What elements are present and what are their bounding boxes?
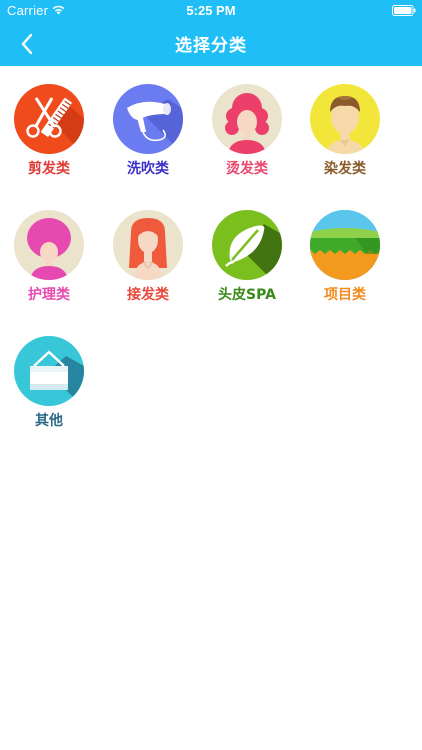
category-dye[interactable]: 染发类 [296,84,394,196]
category-wash-blow[interactable]: 洗吹类 [99,84,197,196]
category-label: 洗吹类 [127,161,169,177]
category-projects[interactable]: 项目类 [296,210,394,322]
category-other[interactable]: 其他 [0,336,98,448]
page-title: 选择分类 [175,36,247,56]
category-label: 项目类 [324,287,366,303]
status-bar: Carrier 5:25 PM [0,0,422,22]
category-label: 染发类 [324,161,366,177]
hair-dryer-icon [113,84,183,154]
category-perm[interactable]: 烫发类 [198,84,296,196]
curly-hair-woman-icon [212,84,282,154]
battery-icon [392,5,416,16]
category-scalp-spa[interactable]: 头皮SPA [198,210,296,322]
hair-extension-icon [113,210,183,280]
dyed-hair-man-icon [310,84,380,154]
category-label: 其他 [35,413,63,429]
scissors-comb-icon [14,84,84,154]
category-label: 接发类 [127,287,169,303]
hair-care-icon [14,210,84,280]
towel-icon [14,336,84,406]
category-haircut[interactable]: 剪发类 [0,84,98,196]
status-time: 5:25 PM [186,3,236,18]
navigation-bar: 选择分类 [0,22,422,66]
top-bar: Carrier 5:25 PM 选择分类 [0,0,422,66]
category-label: 剪发类 [28,161,70,177]
category-care[interactable]: 护理类 [0,210,98,322]
category-label: 头皮SPA [218,287,276,303]
category-extension[interactable]: 接发类 [99,210,197,322]
leaf-icon [212,210,282,280]
category-label: 护理类 [28,287,70,303]
category-screen: Carrier 5:25 PM 选择分类 剪发类 洗吹类 烫发类 染发类 护理类… [0,0,422,750]
landscape-project-icon [310,210,380,280]
category-label: 烫发类 [226,161,268,177]
